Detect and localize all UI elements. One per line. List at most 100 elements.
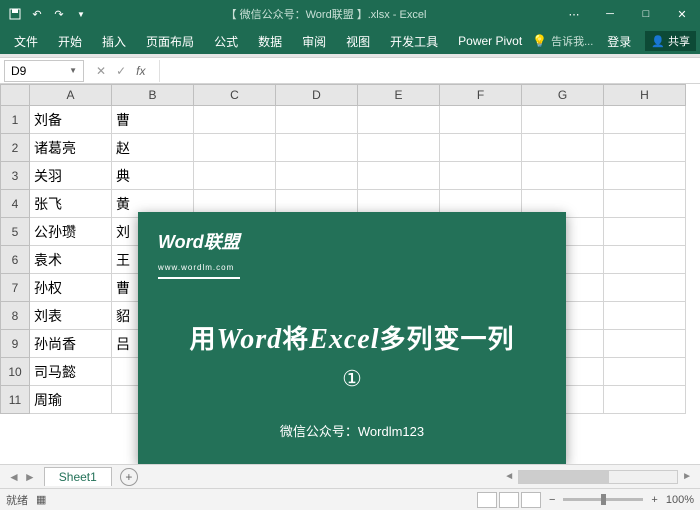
maximize-icon[interactable]: □ (628, 0, 664, 28)
col-header[interactable]: F (440, 84, 522, 106)
cell[interactable] (604, 358, 686, 386)
cell[interactable] (604, 106, 686, 134)
tab-view[interactable]: 视图 (336, 28, 380, 54)
cell[interactable] (276, 106, 358, 134)
scrollbar-thumb[interactable] (519, 471, 609, 483)
tab-review[interactable]: 审阅 (292, 28, 336, 54)
chevron-down-icon[interactable]: ▼ (69, 66, 77, 75)
row-header[interactable]: 2 (0, 134, 30, 162)
overlay-text: 用 (189, 319, 216, 356)
cell[interactable] (522, 106, 604, 134)
qat-dropdown-icon[interactable]: ▼ (74, 7, 88, 21)
name-box[interactable]: D9 ▼ (4, 60, 84, 82)
cell[interactable] (604, 302, 686, 330)
cell[interactable] (440, 106, 522, 134)
row-header[interactable]: 11 (0, 386, 30, 414)
chevron-right-icon[interactable]: ► (24, 470, 36, 484)
fx-icon[interactable]: fx (136, 64, 145, 78)
col-header[interactable]: D (276, 84, 358, 106)
cell[interactable] (276, 162, 358, 190)
cell[interactable] (358, 134, 440, 162)
cell[interactable]: 司马懿 (30, 358, 112, 386)
col-header[interactable]: G (522, 84, 604, 106)
tell-me[interactable]: 告诉我... (551, 33, 593, 49)
undo-icon[interactable]: ↶ (30, 7, 44, 21)
cell[interactable]: 典 (112, 162, 194, 190)
tab-home[interactable]: 开始 (48, 28, 92, 54)
close-icon[interactable]: ✕ (664, 0, 700, 28)
cell[interactable] (522, 162, 604, 190)
cell[interactable] (194, 162, 276, 190)
cell[interactable]: 张飞 (30, 190, 112, 218)
login-link[interactable]: 登录 (597, 28, 641, 54)
sheet-tab[interactable]: Sheet1 (44, 467, 112, 486)
row-header[interactable]: 8 (0, 302, 30, 330)
cell[interactable]: 孙尚香 (30, 330, 112, 358)
cell[interactable] (604, 218, 686, 246)
cell[interactable] (604, 330, 686, 358)
cell[interactable]: 刘备 (30, 106, 112, 134)
cell[interactable]: 关羽 (30, 162, 112, 190)
cell[interactable]: 诸葛亮 (30, 134, 112, 162)
col-header[interactable]: A (30, 84, 112, 106)
cell[interactable] (522, 134, 604, 162)
add-sheet-button[interactable]: + (120, 468, 138, 486)
cell[interactable] (604, 386, 686, 414)
minimize-icon[interactable]: ─ (592, 0, 628, 28)
cell[interactable] (194, 134, 276, 162)
cell[interactable] (440, 162, 522, 190)
row-header[interactable]: 3 (0, 162, 30, 190)
accept-formula-icon[interactable]: ✓ (116, 64, 126, 78)
ribbon-options-icon[interactable]: ⋯ (556, 0, 592, 28)
sheet-nav[interactable]: ◄► (0, 470, 44, 484)
row-header[interactable]: 10 (0, 358, 30, 386)
cell[interactable] (604, 134, 686, 162)
cell[interactable]: 袁术 (30, 246, 112, 274)
tab-formulas[interactable]: 公式 (204, 28, 248, 54)
cell[interactable] (358, 106, 440, 134)
cell[interactable] (604, 274, 686, 302)
overlay-number: ① (342, 366, 362, 392)
scrollbar-track[interactable] (518, 470, 678, 484)
tab-insert[interactable]: 插入 (92, 28, 136, 54)
window-title: 【 微信公众号：Word联盟 】.xlsx - Excel (96, 6, 556, 22)
cell[interactable]: 孙权 (30, 274, 112, 302)
cell[interactable]: 曹 (112, 106, 194, 134)
chevron-left-icon[interactable]: ◄ (8, 470, 20, 484)
scroll-left-icon[interactable]: ◄ (504, 471, 514, 482)
cell[interactable] (440, 134, 522, 162)
formula-input[interactable] (159, 60, 700, 82)
save-icon[interactable] (8, 7, 22, 21)
cell[interactable] (358, 162, 440, 190)
row-header[interactable]: 7 (0, 274, 30, 302)
cell[interactable] (604, 162, 686, 190)
cell[interactable] (276, 134, 358, 162)
cancel-formula-icon[interactable]: ✕ (96, 64, 106, 78)
overlay-banner: Word联盟 www.wordlm.com 用Word将Excel多列变一列 ①… (138, 212, 566, 464)
cell[interactable]: 赵 (112, 134, 194, 162)
row-header[interactable]: 6 (0, 246, 30, 274)
cell[interactable] (604, 190, 686, 218)
tab-pivot[interactable]: Power Pivot (448, 28, 532, 54)
tab-file[interactable]: 文件 (4, 28, 48, 54)
row-header[interactable]: 4 (0, 190, 30, 218)
col-header[interactable]: B (112, 84, 194, 106)
row-header[interactable]: 1 (0, 106, 30, 134)
row-header[interactable]: 9 (0, 330, 30, 358)
col-header[interactable]: C (194, 84, 276, 106)
tab-layout[interactable]: 页面布局 (136, 28, 204, 54)
col-header[interactable]: H (604, 84, 686, 106)
cell[interactable] (194, 106, 276, 134)
tab-data[interactable]: 数据 (248, 28, 292, 54)
scroll-right-icon[interactable]: ► (682, 471, 692, 482)
redo-icon[interactable]: ↷ (52, 7, 66, 21)
share-button[interactable]: 👤 共享 (645, 31, 696, 51)
cell[interactable] (604, 246, 686, 274)
tab-dev[interactable]: 开发工具 (380, 28, 448, 54)
row-header[interactable]: 5 (0, 218, 30, 246)
cell[interactable]: 刘表 (30, 302, 112, 330)
col-header[interactable]: E (358, 84, 440, 106)
cell[interactable]: 公孙瓒 (30, 218, 112, 246)
select-all-corner[interactable] (0, 84, 30, 106)
cell[interactable]: 周瑜 (30, 386, 112, 414)
